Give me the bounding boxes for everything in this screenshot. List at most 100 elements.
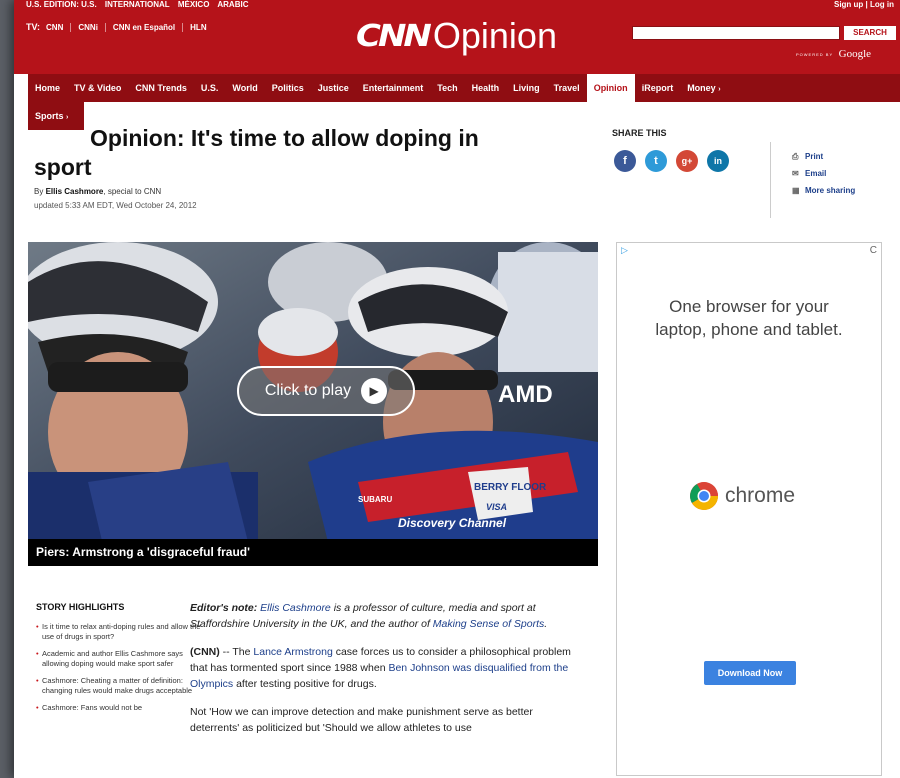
ad-headline-line-2: laptop, phone and tablet. [655,320,843,339]
share-icons: f t g+ in [614,150,729,172]
tv-hln-link[interactable]: HLN [182,22,213,32]
paragraph-2: Not 'How we can improve detection and ma… [190,706,533,734]
main-nav: Home TV & Video CNN Trends U.S. World Po… [28,74,900,102]
highlight-item: Academic and author Ellis Cashmore says … [36,649,204,669]
linkedin-icon[interactable]: in [707,150,729,172]
nav-money-label: Money [687,83,716,93]
chevron-right-icon: › [718,86,721,93]
jersey-sponsor-text: BERRY FLOOR [474,482,547,493]
edition-bar: U.S. EDITION: U.S. INTERNATIONAL MÉXICO … [26,0,254,9]
editor-note-label: Editor's note: [190,602,258,614]
edition-arabic[interactable]: ARABIC [217,0,248,9]
nav-cnn-trends[interactable]: CNN Trends [128,74,194,102]
ad-headline: One browser for your laptop, phone and t… [617,295,881,341]
tv-label: TV: [26,22,41,32]
story-highlights-title: STORY HIGHLIGHTS [36,602,125,612]
edition-international[interactable]: INTERNATIONAL [105,0,170,9]
google-label: Google [838,48,872,60]
share-divider [770,142,771,218]
site-header: U.S. EDITION: U.S. INTERNATIONAL MÉXICO … [14,0,900,74]
book-link[interactable]: Making Sense of Sports [433,618,544,630]
powered-by-label: POWERED BY [796,52,834,58]
browser-page: U.S. EDITION: U.S. INTERNATIONAL MÉXICO … [14,0,900,778]
article-title: Opinion: It's time to allow doping in sp… [34,124,594,182]
play-label: Click to play [264,382,352,399]
nav-us[interactable]: U.S. [194,74,226,102]
video-caption[interactable]: Piers: Armstrong a 'disgraceful fraud' [28,539,598,566]
ad-headline-line-1: One browser for your [669,297,829,316]
click-to-play-button[interactable]: Click to play ▶ [237,366,415,416]
cnn-dateline: (CNN) [190,646,220,658]
nav-opinion[interactable]: Opinion [586,74,635,102]
powered-by-google: POWERED BY Google [796,48,871,60]
editor-note: Editor's note: Ellis Cashmore is a profe… [190,600,580,632]
tv-bar: TV: CNN CNNi CNN en Español HLN [26,22,214,32]
title-line-1: Opinion: It's time to allow doping in [90,125,479,151]
share-links: ⎙ Print ✉ Email ▦ More sharing [792,148,855,199]
author-link[interactable]: Ellis Cashmore [46,187,104,196]
nav-living[interactable]: Living [506,74,547,102]
nav-politics[interactable]: Politics [265,74,311,102]
download-now-button[interactable]: Download Now [704,661,796,685]
nav-sports-label: Sports [35,111,64,121]
nav-ireport[interactable]: iReport [635,74,681,102]
logo-cnn: CNN [356,18,432,54]
nav-home[interactable]: Home [28,74,67,102]
tv-cnni-link[interactable]: CNNi [70,22,105,32]
video-player[interactable]: AMD BERRY FLOOR VISA Discovery Channel S… [28,242,598,566]
author-bio-link[interactable]: Ellis Cashmore [260,602,331,614]
byline: By Ellis Cashmore, special to CNN [34,187,161,196]
more-sharing-icon: ▦ [792,186,800,195]
print-link[interactable]: ⎙ Print [792,148,855,165]
p1-text-a: -- The [219,646,254,658]
paragraph-1: (CNN) -- The Lance Armstrong case forces… [190,644,580,692]
chrome-icon [690,482,718,510]
print-label: Print [805,152,824,161]
nav-tv-video[interactable]: TV & Video [67,74,128,102]
facebook-icon[interactable]: f [614,150,636,172]
tv-cnn-espanol-link[interactable]: CNN en Español [104,22,182,32]
more-sharing-label: More sharing [805,186,856,195]
nav-entertainment[interactable]: Entertainment [356,74,431,102]
google-plus-icon[interactable]: g+ [676,150,698,172]
edition-mexico[interactable]: MÉXICO [178,0,210,9]
jersey-channel-text: Discovery Channel [398,516,507,530]
chrome-wordmark: chrome [725,484,796,507]
highlight-item: Is it time to relax anti-doping rules an… [36,622,204,642]
nav-tech[interactable]: Tech [430,74,464,102]
email-label: Email [805,169,827,178]
play-icon: ▶ [361,378,388,404]
nav-justice[interactable]: Justice [311,74,356,102]
search-button[interactable]: SEARCH [844,26,896,40]
edition-us[interactable]: U.S. EDITION: U.S. [26,0,97,9]
bike-sponsor-text: SUBARU [358,495,392,504]
signup-login-link[interactable]: Sign up | Log in [834,0,894,9]
nav-travel[interactable]: Travel [547,74,587,102]
chrome-ad[interactable]: ▷ C One browser for your laptop, phone a… [616,242,882,776]
p1-text-c: after testing positive for drugs. [233,678,377,690]
email-icon: ✉ [792,169,799,178]
article-body: Editor's note: Ellis Cashmore is a profe… [190,600,580,748]
twitter-icon[interactable]: t [645,150,667,172]
updated-timestamp: updated 5:33 AM EDT, Wed October 24, 201… [34,201,197,210]
chrome-logo: chrome [689,481,795,511]
chevron-right-icon: › [66,114,69,121]
reload-icon[interactable]: C [870,245,877,256]
tv-cnn-link[interactable]: CNN [44,23,70,32]
nav-health[interactable]: Health [465,74,507,102]
byline-suffix: , special to CNN [103,187,162,196]
search-input[interactable] [632,26,840,40]
email-link[interactable]: ✉ Email [792,165,855,182]
highlight-item: Cashmore: Cheating a matter of definitio… [36,676,204,696]
byline-prefix: By [34,187,44,196]
nav-money[interactable]: Money › [680,74,727,102]
highlight-item: Cashmore: Fans would not be [36,703,204,713]
nav-world[interactable]: World [225,74,264,102]
lance-armstrong-link[interactable]: Lance Armstrong [253,646,332,658]
share-label: SHARE THIS [612,128,667,138]
story-highlights: Is it time to relax anti-doping rules an… [36,622,204,720]
ad-choices-icon[interactable]: ▷ [621,245,628,256]
jersey-brand-text: VISA [486,502,507,512]
more-sharing-link[interactable]: ▦ More sharing [792,182,855,199]
cnn-opinion-logo[interactable]: CNN Opinion [356,14,557,58]
